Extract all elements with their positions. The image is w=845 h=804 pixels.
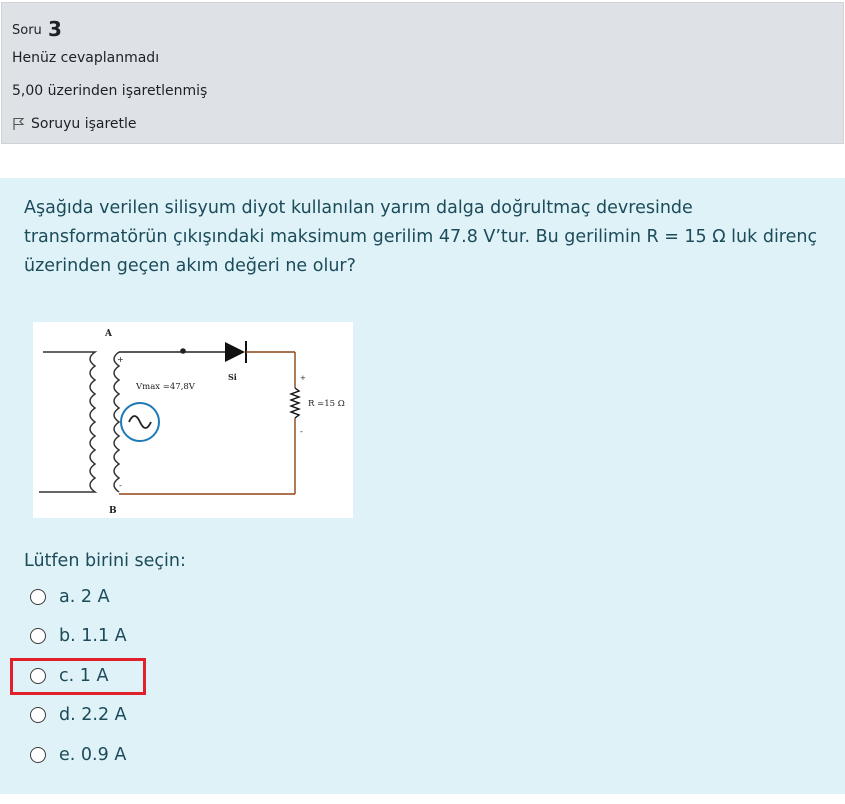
- vmax-label: Vmax =47,8V: [135, 382, 196, 392]
- option-c-text: 1 A: [79, 666, 109, 686]
- option-b[interactable]: b. 1.1 A: [30, 623, 127, 649]
- option-c-letter: c.: [59, 666, 75, 686]
- option-e-letter: e.: [59, 745, 76, 765]
- flag-icon: [13, 117, 25, 130]
- option-a-letter: a.: [59, 587, 76, 607]
- option-b-text: 1.1 A: [81, 626, 127, 646]
- diode-symbol: [225, 342, 245, 362]
- option-e-radio[interactable]: [30, 747, 46, 763]
- option-d[interactable]: d. 2.2 A: [30, 702, 127, 728]
- option-c[interactable]: c. 1 A: [30, 663, 108, 689]
- option-a[interactable]: a. 2 A: [30, 584, 110, 610]
- junction-dot: [180, 348, 186, 354]
- question-label: Soru: [12, 23, 42, 38]
- circuit-diagram: A B + - Vmax =47,8V Si R =15 Ω + -: [33, 322, 353, 518]
- option-e[interactable]: e. 0.9 A: [30, 742, 126, 768]
- node-label-a: A: [104, 329, 113, 339]
- resistor-plus: +: [300, 374, 306, 382]
- resistor-minus: -: [300, 427, 303, 436]
- question-state: Henüz cevaplanmadı: [12, 50, 160, 66]
- option-b-radio[interactable]: [30, 628, 46, 644]
- option-e-text: 0.9 A: [80, 745, 127, 765]
- option-a-text: 2 A: [80, 587, 110, 607]
- secondary-plus: +: [117, 355, 124, 364]
- question-grade: 5,00 üzerinden işaretlenmiş: [12, 83, 208, 99]
- option-c-radio[interactable]: [30, 668, 46, 684]
- option-d-text: 2.2 A: [81, 705, 127, 725]
- diode-label: Si: [228, 372, 237, 382]
- flag-question-label: Soruyu işaretle: [31, 116, 137, 132]
- secondary-minus: -: [119, 481, 122, 490]
- primary-winding: [39, 351, 98, 493]
- secondary-winding: [113, 351, 121, 493]
- option-d-radio[interactable]: [30, 707, 46, 723]
- question-number: Soru 3: [12, 15, 62, 41]
- question-info-panel: Soru 3 Henüz cevaplanmadı 5,00 üzerinden…: [1, 2, 844, 144]
- resistor-symbol: [289, 387, 301, 419]
- question-number-value: 3: [47, 17, 62, 41]
- question-content: Aşağıda verilen silisyum diyot kullanıla…: [0, 178, 845, 794]
- option-a-radio[interactable]: [30, 589, 46, 605]
- flag-question-link[interactable]: Soruyu işaretle: [12, 116, 137, 132]
- option-b-letter: b.: [59, 626, 76, 646]
- node-label-b: B: [109, 506, 117, 516]
- option-d-letter: d.: [59, 705, 76, 725]
- answer-prompt: Lütfen birini seçin:: [24, 551, 186, 571]
- resistor-label: R =15 Ω: [308, 399, 345, 409]
- question-text: Aşağıda verilen silisyum diyot kullanıla…: [24, 198, 818, 276]
- circuit-svg: A B + - Vmax =47,8V Si R =15 Ω + -: [39, 329, 345, 516]
